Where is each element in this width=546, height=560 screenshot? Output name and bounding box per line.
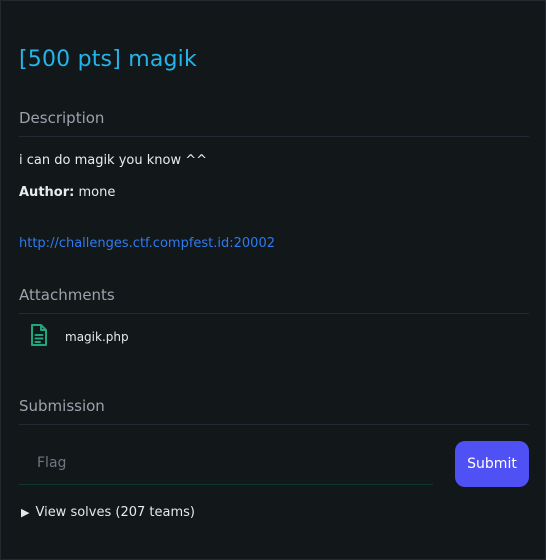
attachments-divider [19,313,529,314]
submission-divider [19,424,529,425]
flag-input[interactable] [19,441,433,485]
submit-button[interactable]: Submit [455,441,529,487]
description-divider [19,136,529,137]
author-line: Author: mone [19,185,115,200]
view-solves-toggle[interactable]: ▶ View solves (207 teams) [21,505,195,520]
description-text: i can do magik you know ^^ [19,153,208,168]
challenge-link[interactable]: http://challenges.ctf.compfest.id:20002 [19,236,275,251]
challenge-panel: [500 pts] magik Description i can do mag… [0,0,546,560]
attachment-file-name[interactable]: magik.php [65,330,129,344]
submission-heading: Submission [19,397,105,415]
file-icon [29,323,49,351]
description-heading: Description [19,109,105,127]
triangle-right-icon: ▶ [21,506,30,519]
author-name: mone [78,185,116,200]
author-label: Author: [19,185,75,200]
challenge-title: [500 pts] magik [19,47,197,72]
view-solves-label: View solves (207 teams) [35,505,195,520]
attachment-item[interactable]: magik.php [29,323,129,351]
attachments-heading: Attachments [19,286,115,304]
